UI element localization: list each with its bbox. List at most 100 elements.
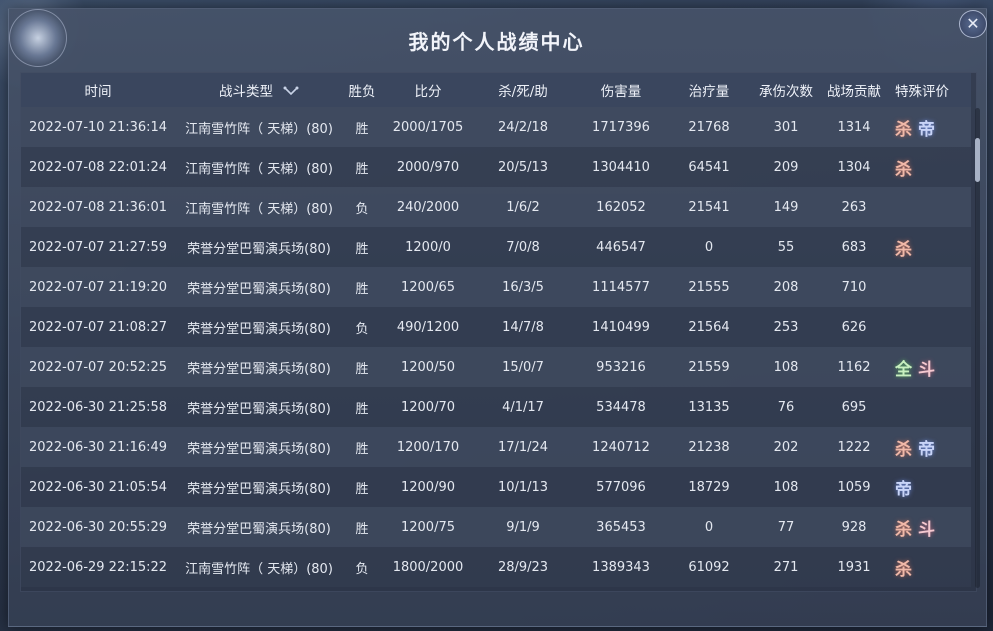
row-hits-taken: 149 <box>773 199 799 215</box>
row-time: 2022-07-07 21:27:59 <box>29 239 168 255</box>
row-hits-taken: 108 <box>773 359 799 375</box>
row-damage: 1114577 <box>592 279 650 295</box>
row-contribution: 1304 <box>837 159 871 175</box>
table-row[interactable]: 2022-07-07 21:27:59 荣誉分堂巴蜀演兵场(80) 胜 1200/0 7… <box>21 227 971 267</box>
row-battle-type: 荣誉分堂巴蜀演兵场(80) <box>187 281 331 297</box>
scrollbar-thumb[interactable] <box>975 138 980 182</box>
table-row[interactable]: 2022-06-29 22:15:22 江南雪竹阵（ 天梯）(80) 负 1800/2… <box>21 547 971 587</box>
table-row[interactable]: 2022-06-30 21:05:54 荣誉分堂巴蜀演兵场(80) 胜 1200/90… <box>21 467 971 507</box>
row-time: 2022-07-08 21:36:01 <box>29 199 168 215</box>
header-battle-type-label: 战斗类型 <box>219 84 273 100</box>
table-row[interactable]: 2022-07-08 21:36:01 江南雪竹阵（ 天梯）(80) 负 240/20… <box>21 187 971 227</box>
row-hits-taken: 202 <box>773 439 799 455</box>
row-damage: 1717396 <box>592 119 650 135</box>
table-row[interactable]: 2022-06-30 21:25:58 荣誉分堂巴蜀演兵场(80) 胜 1200/70… <box>21 387 971 427</box>
header-time: 时间 <box>84 84 112 100</box>
row-hits-taken: 208 <box>773 279 799 295</box>
row-score: 1200/70 <box>400 399 455 415</box>
table-header: 时间 战斗类型 胜负 比分 杀/死/助 伤害量 治疗量 承伤次数 战场贡献 特殊… <box>21 73 971 107</box>
header-score: 比分 <box>414 84 442 100</box>
row-result: 胜 <box>355 441 369 457</box>
row-damage: 162052 <box>596 199 646 215</box>
row-kda: 20/5/13 <box>497 159 549 175</box>
row-kda: 4/1/17 <box>502 399 544 415</box>
scrollbar-track[interactable] <box>975 108 980 588</box>
row-result: 负 <box>355 561 369 577</box>
row-contribution: 1059 <box>837 479 871 495</box>
rating-badge-kill-icon: 杀 <box>895 239 912 260</box>
row-contribution: 695 <box>841 399 867 415</box>
row-battle-type: 江南雪竹阵（ 天梯）(80) <box>185 201 333 217</box>
row-hits-taken: 271 <box>773 559 799 575</box>
table-row[interactable]: 2022-07-08 22:01:24 江南雪竹阵（ 天梯）(80) 胜 2000/9… <box>21 147 971 187</box>
row-battle-type: 荣誉分堂巴蜀演兵场(80) <box>187 401 331 417</box>
table-row[interactable]: 2022-06-30 20:55:29 荣誉分堂巴蜀演兵场(80) 胜 1200/75… <box>21 507 971 547</box>
table-row[interactable]: 2022-07-07 21:08:27 荣誉分堂巴蜀演兵场(80) 负 490/120… <box>21 307 971 347</box>
header-kda: 杀/死/助 <box>498 84 548 100</box>
chevron-down-icon[interactable] <box>283 85 299 99</box>
row-hits-taken: 77 <box>777 519 795 535</box>
rating-badge-fight-icon: 斗 <box>918 359 935 380</box>
row-result: 胜 <box>355 281 369 297</box>
row-time: 2022-06-29 22:15:22 <box>29 559 168 575</box>
row-result: 胜 <box>355 161 369 177</box>
row-heal: 21238 <box>688 439 730 455</box>
row-time: 2022-07-07 21:08:27 <box>29 319 168 335</box>
row-heal: 21555 <box>688 279 730 295</box>
header-battle-type[interactable]: 战斗类型 <box>175 80 343 100</box>
row-time: 2022-07-10 21:36:14 <box>29 119 168 135</box>
row-kda: 7/0/8 <box>506 239 540 255</box>
row-special-rating: 杀帝 <box>883 435 971 460</box>
row-heal: 0 <box>704 239 714 255</box>
row-battle-type: 荣誉分堂巴蜀演兵场(80) <box>187 321 331 337</box>
row-result: 胜 <box>355 241 369 257</box>
row-damage: 1304410 <box>592 159 650 175</box>
row-time: 2022-07-07 21:19:20 <box>29 279 168 295</box>
row-score: 1200/75 <box>400 519 455 535</box>
row-battle-type: 荣誉分堂巴蜀演兵场(80) <box>187 481 331 497</box>
table-row[interactable]: 2022-07-10 21:36:14 江南雪竹阵（ 天梯）(80) 胜 2000/1… <box>21 107 971 147</box>
row-score: 1800/2000 <box>392 559 464 575</box>
rating-badge-kill-icon: 杀 <box>895 559 912 580</box>
header-contribution: 战场贡献 <box>827 84 881 100</box>
row-contribution: 1314 <box>837 119 871 135</box>
row-special-rating: 杀 <box>883 235 971 260</box>
rating-badge-emperor-icon: 帝 <box>895 479 912 500</box>
table-row[interactable]: 2022-07-07 21:19:20 荣誉分堂巴蜀演兵场(80) 胜 1200/65… <box>21 267 971 307</box>
row-heal: 21768 <box>688 119 730 135</box>
row-kda: 10/1/13 <box>497 479 549 495</box>
row-kda: 14/7/8 <box>502 319 544 335</box>
row-kda: 28/9/23 <box>497 559 549 575</box>
table-row[interactable]: 2022-07-07 20:52:25 荣誉分堂巴蜀演兵场(80) 胜 1200/50… <box>21 347 971 387</box>
row-kda: 16/3/5 <box>502 279 544 295</box>
row-heal: 21559 <box>688 359 730 375</box>
row-battle-type: 江南雪竹阵（ 天梯）(80) <box>185 161 333 177</box>
row-hits-taken: 76 <box>777 399 795 415</box>
table-row[interactable]: 2022-06-30 21:16:49 荣誉分堂巴蜀演兵场(80) 胜 1200/17… <box>21 427 971 467</box>
row-result: 胜 <box>355 361 369 377</box>
close-button[interactable]: ✕ <box>959 10 987 38</box>
row-score: 240/2000 <box>396 199 460 215</box>
row-hits-taken: 55 <box>777 239 795 255</box>
header-special-rating: 特殊评价 <box>895 84 949 100</box>
row-battle-type: 江南雪竹阵（ 天梯）(80) <box>185 121 333 137</box>
row-time: 2022-06-30 21:05:54 <box>29 479 168 495</box>
row-damage: 534478 <box>596 399 646 415</box>
row-damage: 1240712 <box>592 439 650 455</box>
rating-badge-kill-icon: 杀 <box>895 159 912 180</box>
row-special-rating: 杀斗 <box>883 515 971 540</box>
rating-badge-kill-icon: 杀 <box>895 519 912 540</box>
row-heal: 21564 <box>688 319 730 335</box>
row-score: 1200/65 <box>400 279 455 295</box>
row-battle-type: 江南雪竹阵（ 天梯）(80) <box>185 561 333 577</box>
row-contribution: 1222 <box>837 439 871 455</box>
row-battle-type: 荣誉分堂巴蜀演兵场(80) <box>187 361 331 377</box>
row-kda: 9/1/9 <box>506 519 540 535</box>
rating-badge-emperor-icon: 帝 <box>918 439 935 460</box>
row-result: 负 <box>355 321 369 337</box>
row-result: 胜 <box>355 481 369 497</box>
header-damage: 伤害量 <box>600 84 642 100</box>
row-result: 胜 <box>355 401 369 417</box>
header-heal: 治疗量 <box>688 84 730 100</box>
row-time: 2022-07-07 20:52:25 <box>29 359 168 375</box>
